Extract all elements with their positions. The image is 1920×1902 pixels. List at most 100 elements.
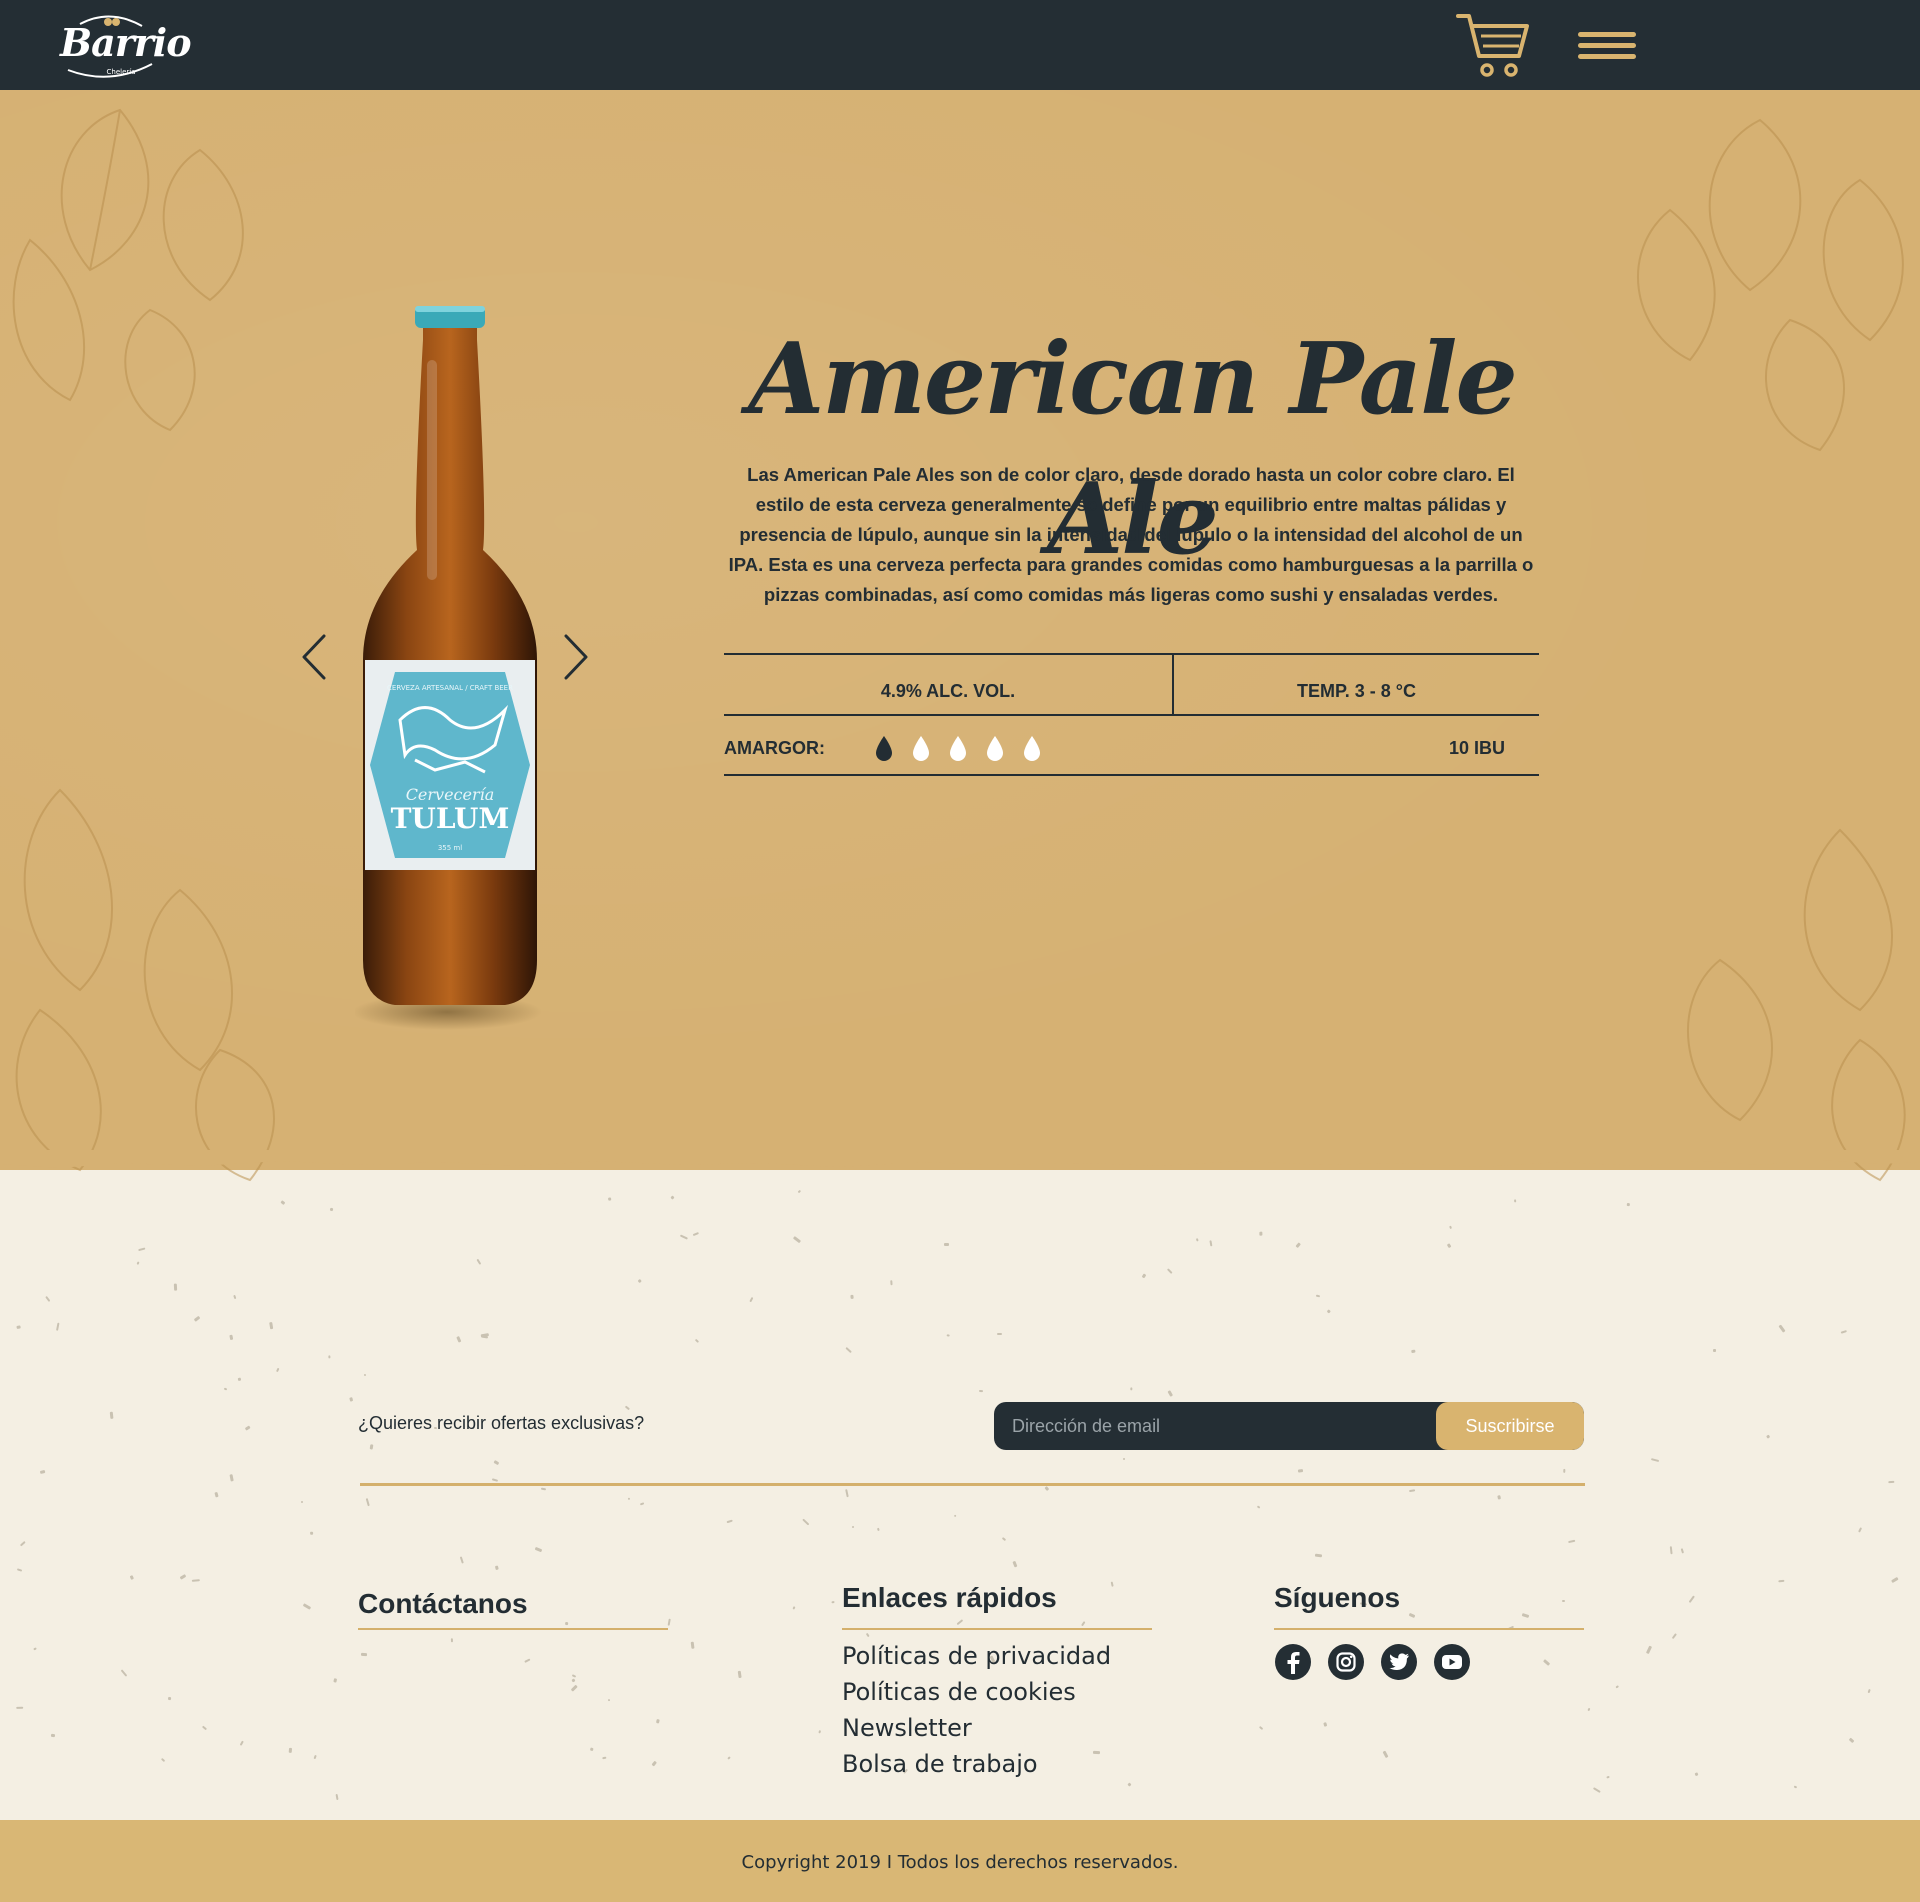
facebook-icon[interactable] [1274, 1643, 1312, 1681]
paper-speck [363, 1373, 367, 1376]
paper-speck [844, 1346, 852, 1354]
paper-speck [565, 1621, 569, 1626]
paper-speck [1496, 1495, 1501, 1501]
paper-speck [737, 1670, 743, 1678]
paper-speck [237, 1377, 242, 1381]
paper-speck [680, 1234, 688, 1239]
paper-speck [192, 1579, 201, 1582]
paper-speck [726, 1518, 733, 1523]
alcohol-content: 4.9% ALC. VOL. [880, 681, 1016, 701]
paper-speck [953, 1514, 956, 1518]
paper-speck [876, 1527, 880, 1532]
paper-speck [955, 1618, 963, 1626]
paper-speck [1563, 1469, 1566, 1474]
job-board-link[interactable]: Bolsa de trabajo [842, 1750, 1038, 1778]
paper-speck [694, 1339, 699, 1344]
paper-speck [16, 1325, 21, 1329]
paper-speck [1840, 1330, 1847, 1334]
paper-speck [1688, 1595, 1695, 1603]
paper-speck [1256, 1505, 1260, 1509]
paper-speck [459, 1556, 465, 1564]
paper-speck [1867, 1688, 1871, 1694]
paper-speck [890, 1280, 893, 1286]
paper-speck [727, 1756, 731, 1760]
paper-speck [1209, 1239, 1213, 1246]
quick-links-divider [842, 1628, 1152, 1630]
paper-speck [572, 1674, 577, 1678]
paper-speck [797, 1189, 801, 1194]
brand-logo[interactable]: Barrio Chelería [60, 12, 192, 82]
paper-speck [1409, 1489, 1416, 1493]
paper-speck [1001, 1537, 1006, 1541]
paper-speck [45, 1296, 50, 1302]
empty-drop-icon [950, 736, 966, 761]
menu-bar-icon [1578, 32, 1636, 37]
paper-speck [667, 1618, 671, 1626]
hamburger-menu-button[interactable] [1578, 32, 1636, 62]
copyright-text: Copyright 2019 I Todos los derechos rese… [741, 1852, 1179, 1873]
paper-speck [943, 1242, 950, 1246]
paper-speck [1514, 1199, 1517, 1203]
bottle-label-top: CERVEZA ARTESANAL / CRAFT BEER [387, 684, 513, 692]
paper-speck [1606, 1776, 1610, 1780]
subscribe-button[interactable]: Suscribirse [1436, 1402, 1584, 1450]
paper-speck [1259, 1725, 1264, 1731]
paper-speck [749, 1297, 754, 1303]
paper-speck [656, 1718, 660, 1724]
paper-speck [16, 1568, 23, 1573]
bottle-label-volume: 355 ml [438, 844, 462, 852]
paper-speck [230, 1334, 234, 1341]
bitterness-label: AMARGOR: [724, 738, 825, 758]
paper-speck [1314, 1553, 1322, 1558]
newsletter-link[interactable]: Newsletter [842, 1714, 972, 1742]
paper-speck [670, 1195, 675, 1200]
paper-speck [1448, 1225, 1452, 1230]
bottle-label-name: TULUM [391, 802, 510, 835]
paper-speck [335, 1793, 339, 1801]
paper-speck [300, 1501, 304, 1504]
shopping-cart-button[interactable] [1455, 12, 1530, 80]
paper-speck [1408, 1612, 1416, 1618]
paper-speck [33, 1647, 38, 1650]
paper-speck [851, 1525, 855, 1529]
paper-speck [360, 1652, 367, 1657]
paper-speck [312, 1754, 317, 1759]
cookie-policy-link[interactable]: Políticas de cookies [842, 1678, 1076, 1706]
newsletter-prompt: ¿Quieres recibir ofertas exclusivas? [358, 1413, 645, 1433]
paper-speck [1127, 1782, 1132, 1787]
empty-drop-icon [913, 736, 929, 761]
twitter-icon[interactable] [1380, 1643, 1418, 1681]
instagram-icon[interactable] [1327, 1643, 1365, 1681]
paper-speck [1122, 1458, 1126, 1461]
paper-speck [1587, 1707, 1591, 1711]
follow-us-title: Síguenos [1274, 1582, 1401, 1613]
paper-speck [997, 1332, 1002, 1335]
paper-speck [523, 1658, 531, 1664]
next-product-arrow-icon[interactable] [558, 632, 594, 682]
paper-speck [802, 1518, 810, 1525]
paper-speck [238, 1740, 244, 1747]
paper-speck [1410, 1350, 1416, 1354]
logo-wordmark: Barrio [60, 20, 192, 65]
paper-speck [637, 1279, 642, 1284]
paper-speck [1383, 1750, 1390, 1759]
youtube-icon[interactable] [1433, 1643, 1471, 1681]
paper-speck [627, 1497, 631, 1501]
paper-speck [245, 1425, 251, 1431]
paper-speck [289, 1747, 293, 1754]
previous-product-arrow-icon[interactable] [296, 632, 332, 682]
paper-speck [333, 1677, 338, 1683]
paper-speck [491, 1478, 498, 1482]
paper-speck [365, 1498, 370, 1506]
hop-leaf-decoration-icon [15, 788, 275, 1182]
copyright-bar: Copyright 2019 I Todos los derechos rese… [0, 1820, 1920, 1902]
privacy-policy-link[interactable]: Políticas de privacidad [842, 1642, 1111, 1670]
paper-speck [1012, 1561, 1018, 1569]
paper-speck [493, 1459, 499, 1465]
paper-speck [946, 1334, 950, 1338]
serving-temperature: TEMP. 3 - 8 °C [1297, 681, 1416, 701]
paper-speck [1322, 1721, 1327, 1727]
paper-speck [110, 1411, 114, 1420]
paper-speck [640, 1502, 645, 1506]
email-input[interactable] [994, 1402, 1436, 1450]
